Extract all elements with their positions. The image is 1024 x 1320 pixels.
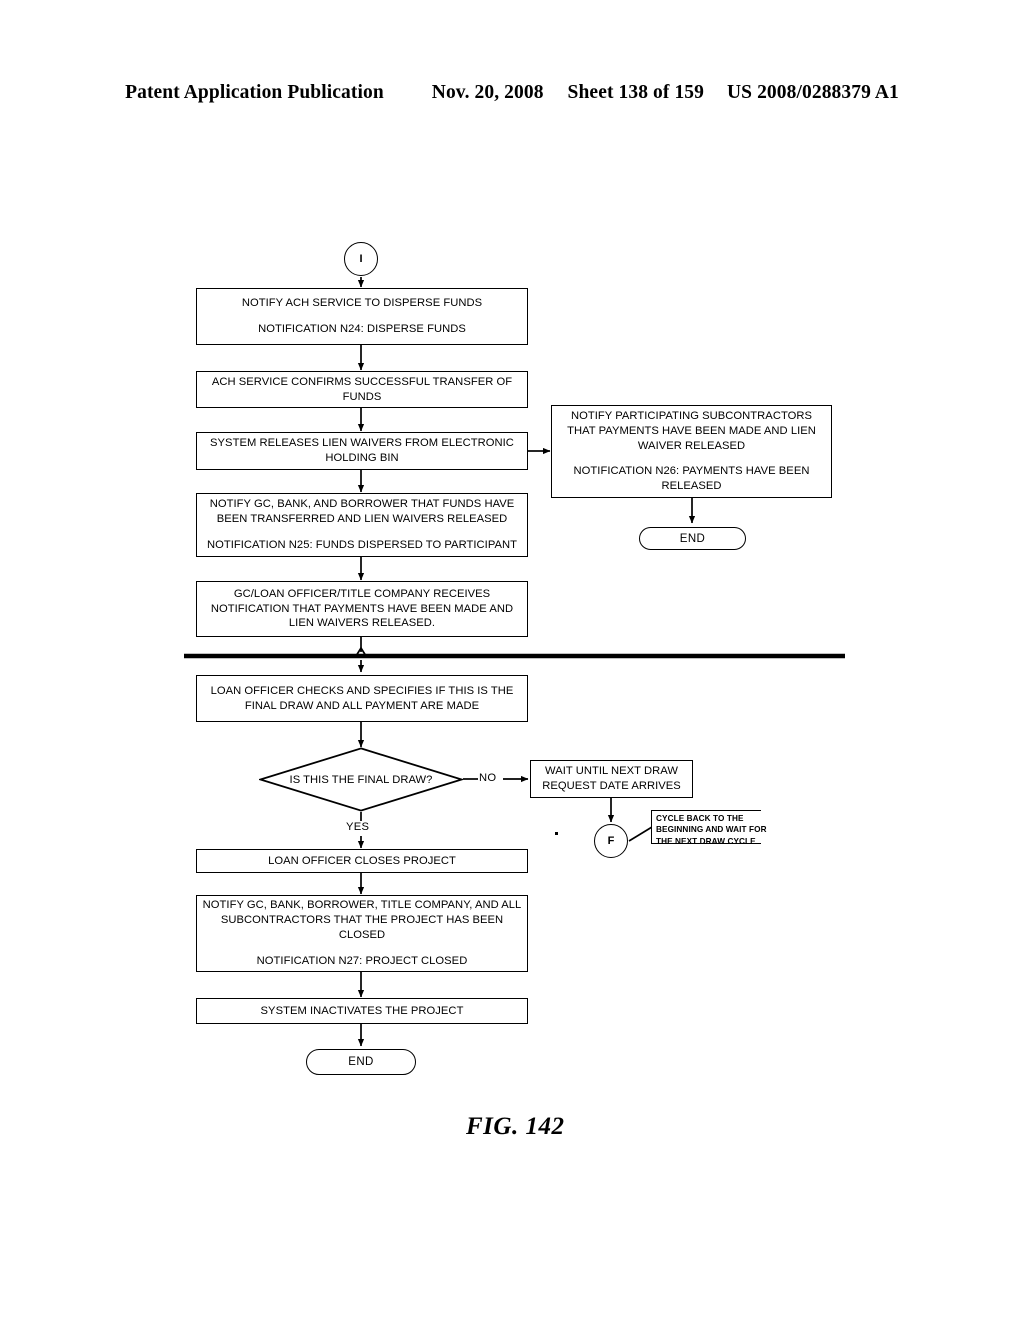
node-wait-until-next-draw: WAIT UNTIL NEXT DRAW REQUEST DATE ARRIVE… [530,760,693,798]
node-line: LOAN OFFICER CHECKS AND SPECIFIES IF THI… [210,684,514,697]
edge-label-yes-text: YES [346,821,370,833]
decision-is-final-draw: IS THIS THE FINAL DRAW? [259,747,463,812]
node-line: HOLDING BIN [325,452,399,464]
figure-caption-text: FIG. 142 [466,1113,565,1140]
decision-label: IS THIS THE FINAL DRAW? [289,773,433,786]
node-line: CLOSED [338,929,386,941]
node-line: NOTIFY GC, BANK, AND BORROWER THAT FUNDS… [209,498,515,511]
node-line: NOTIFICATION N25: FUNDS DISPERSED TO PAR… [206,538,518,551]
node-line: LIEN WAIVERS RELEASED. [288,617,436,630]
node-loan-officer-checks-final-draw: LOAN OFFICER CHECKS AND SPECIFIES IF THI… [196,675,528,722]
figure-caption: FIG. 142 [466,1113,564,1141]
node-loan-officer-closes-project: LOAN OFFICER CLOSES PROJECT [196,849,528,873]
connector-in-i: I [344,242,378,276]
connector-out-label: F [607,835,615,847]
node-gc-loan-officer-receives-notification: GC/LOAN OFFICER/TITLE COMPANY RECEIVES N… [196,581,528,637]
node-line: WAIT UNTIL NEXT DRAW [545,765,678,778]
node-line: NOTIFY PARTICIPATING SUBCONTRACTORS [570,410,813,423]
node-notify-gc-bank-borrower: NOTIFY GC, BANK, AND BORROWER THAT FUNDS… [196,493,528,557]
note-line: CYCLE BACK TO THE [656,814,744,823]
node-notify-ach-service: NOTIFY ACH SERVICE TO DISPERSE FUNDS NOT… [196,288,528,345]
note-cycle-back: CYCLE BACK TO THE BEGINNING AND WAIT FOR… [651,810,767,846]
node-line: SYSTEM INACTIVATES THE PROJECT [260,1004,464,1017]
node-notify-project-closed: NOTIFY GC, BANK, BORROWER, TITLE COMPANY… [196,895,528,972]
node-line: NOTIFICATION THAT PAYMENTS HAVE BEEN MAD… [210,602,514,615]
node-line: NOTIFICATION N24: DISPERSE FUNDS [258,323,466,335]
node-line: GC/LOAN OFFICER/TITLE COMPANY RECEIVES [233,587,491,600]
connector-in-label: I [359,253,363,265]
node-line: LOAN OFFICER CLOSES PROJECT [268,854,456,867]
node-system-inactivates-project: SYSTEM INACTIVATES THE PROJECT [196,998,528,1024]
node-line: ACH SERVICE CONFIRMS SUCCESSFUL TRANSFER… [211,375,513,388]
node-line: NOTIFY ACH SERVICE TO DISPERSE FUNDS [241,297,483,310]
node-notify-participating-subcontractors: NOTIFY PARTICIPATING SUBCONTRACTORS THAT… [551,405,832,498]
note-line: THE NEXT DRAW CYCLE [656,836,756,846]
node-line: SYSTEM RELEASES LIEN WAIVERS FROM ELECTR… [210,437,514,450]
node-line: NOTIFICATION N26: PAYMENTS HAVE BEEN [573,465,810,478]
terminator-label: END [679,532,706,545]
node-line: SUBCONTRACTORS THAT THE PROJECT HAS BEEN [220,914,504,927]
node-line: NOTIFY GC, BANK, BORROWER, TITLE COMPANY… [202,899,522,912]
connector-out-f: F [594,824,628,858]
edge-label-yes: YES [345,821,371,833]
node-line: BEEN TRANSFERRED AND LIEN WAIVERS RELEAS… [216,513,508,526]
scan-speck [555,832,558,835]
node-line: RELEASED [661,480,722,493]
edge-label-no-text: NO [479,772,497,784]
note-line: BEGINNING AND WAIT FOR [656,825,767,835]
node-line: NOTIFICATION N27: PROJECT CLOSED [256,954,468,967]
node-line: THAT PAYMENTS HAVE BEEN MADE AND LIEN [567,424,816,437]
node-line: WAIVER RELEASED [637,439,746,452]
node-line: FUNDS [342,390,382,403]
node-system-releases-lien-waivers: SYSTEM RELEASES LIEN WAIVERS FROM ELECTR… [196,432,528,470]
terminator-end-top: END [639,527,746,550]
terminator-end-bottom: END [306,1049,416,1075]
terminator-label: END [348,1056,374,1068]
node-line: FINAL DRAW AND ALL PAYMENT ARE MADE [244,699,480,712]
node-line: REQUEST DATE ARRIVES [542,780,681,792]
node-ach-confirms-transfer: ACH SERVICE CONFIRMS SUCCESSFUL TRANSFER… [196,371,528,408]
edge-label-no: NO [478,772,498,784]
